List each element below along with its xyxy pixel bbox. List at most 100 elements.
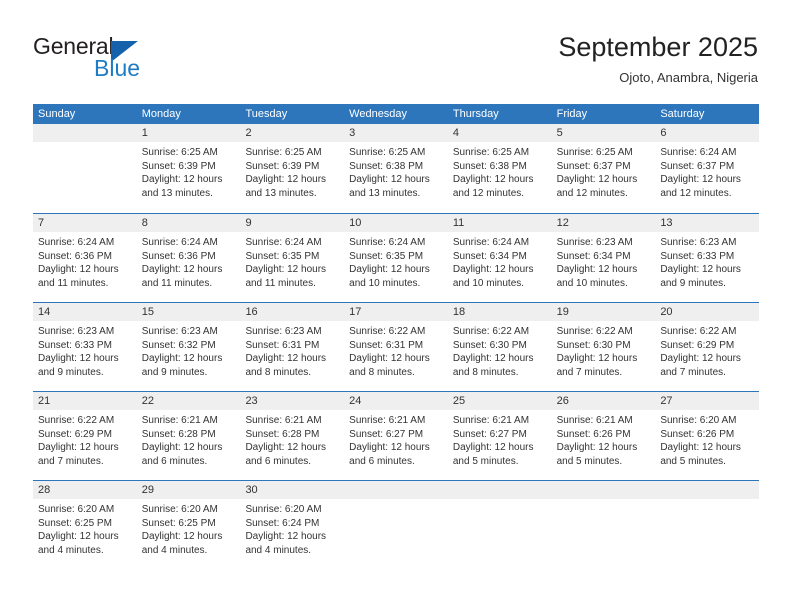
- calendar-day-cell[interactable]: 29 Sunrise: 6:20 AM Sunset: 6:25 PM Dayligh…: [136, 481, 241, 569]
- day-detail-line: and 7 minutes.: [38, 455, 104, 467]
- day-details: Sunrise: 6:21 AM Sunset: 6:27 PM Daylight:…: [448, 410, 552, 468]
- calendar-day-cell-empty: [551, 481, 656, 569]
- day-detail-line: and 10 minutes.: [556, 277, 628, 289]
- day-details: Sunrise: 6:22 AM Sunset: 6:31 PM Daylight:…: [344, 321, 448, 379]
- calendar-day-cell[interactable]: 26 Sunrise: 6:21 AM Sunset: 6:26 PM Dayligh…: [551, 392, 656, 480]
- calendar-day-cell[interactable]: 24 Sunrise: 6:21 AM Sunset: 6:27 PM Dayligh…: [344, 392, 448, 480]
- day-detail-line: Daylight: 12 hours: [452, 174, 534, 185]
- day-details: Sunrise: 6:24 AM Sunset: 6:36 PM Daylight:…: [137, 232, 241, 290]
- calendar-day-cell[interactable]: 6 Sunrise: 6:24 AM Sunset: 6:37 PM Daylight…: [655, 124, 760, 213]
- day-number-band: 4: [447, 124, 552, 142]
- calendar-day-cell[interactable]: 27 Sunrise: 6:20 AM Sunset: 6:26 PM Dayligh…: [655, 392, 760, 480]
- day-detail-line: Sunrise: 6:22 AM: [452, 326, 530, 337]
- day-number-band: [33, 124, 137, 142]
- day-detail-line: Sunrise: 6:24 AM: [349, 237, 426, 248]
- calendar-day-cell[interactable]: 16 Sunrise: 6:23 AM Sunset: 6:31 PM Dayligh…: [240, 303, 345, 391]
- day-number-band: 12: [551, 214, 656, 232]
- day-detail-line: Daylight: 12 hours: [349, 442, 430, 453]
- day-details: Sunrise: 6:21 AM Sunset: 6:27 PM Daylight:…: [344, 410, 448, 468]
- weekday-header-row: Sunday Monday Tuesday Wednesday Thursday Frid…: [33, 104, 759, 124]
- day-detail-line: and 9 minutes.: [141, 366, 208, 378]
- title-block: September 2025 Ojoto, Anambra, Nigeria: [558, 30, 758, 86]
- day-number-band: 3: [344, 124, 448, 142]
- calendar-day-cell[interactable]: 20 Sunrise: 6:22 AM Sunset: 6:29 PM Dayligh…: [655, 303, 760, 391]
- day-detail-line: Sunset: 6:28 PM: [245, 428, 320, 440]
- day-detail-line: and 7 minutes.: [660, 366, 726, 378]
- day-number: 27: [660, 395, 673, 407]
- calendar-day-cell[interactable]: 28 Sunrise: 6:20 AM Sunset: 6:25 PM Dayligh…: [33, 481, 137, 569]
- day-detail-line: Sunset: 6:29 PM: [660, 339, 735, 351]
- day-number: 30: [245, 484, 258, 496]
- day-details: Sunrise: 6:23 AM Sunset: 6:33 PM Daylight:…: [655, 232, 759, 290]
- day-number-band: 13: [655, 214, 760, 232]
- day-detail-line: and 5 minutes.: [556, 455, 623, 467]
- calendar-day-cell[interactable]: 1 Sunrise: 6:25 AM Sunset: 6:39 PM Daylight…: [136, 124, 241, 213]
- day-detail-line: and 11 minutes.: [245, 277, 316, 289]
- calendar-day-cell[interactable]: 18 Sunrise: 6:22 AM Sunset: 6:30 PM Dayligh…: [447, 303, 552, 391]
- day-number-band: 20: [655, 303, 760, 321]
- calendar-day-cell[interactable]: 3 Sunrise: 6:25 AM Sunset: 6:38 PM Daylight…: [344, 124, 448, 213]
- day-detail-line: Sunrise: 6:24 AM: [245, 237, 322, 248]
- calendar-day-cell[interactable]: 23 Sunrise: 6:21 AM Sunset: 6:28 PM Dayligh…: [240, 392, 345, 480]
- day-details: Sunrise: 6:21 AM Sunset: 6:26 PM Daylight:…: [552, 410, 656, 468]
- day-detail-line: Daylight: 12 hours: [349, 353, 430, 364]
- calendar-day-cell[interactable]: 22 Sunrise: 6:21 AM Sunset: 6:28 PM Dayligh…: [136, 392, 241, 480]
- calendar-day-cell[interactable]: 15 Sunrise: 6:23 AM Sunset: 6:32 PM Dayligh…: [136, 303, 241, 391]
- day-detail-line: Sunset: 6:30 PM: [452, 339, 527, 351]
- calendar-day-cell[interactable]: 17 Sunrise: 6:22 AM Sunset: 6:31 PM Dayligh…: [344, 303, 448, 391]
- day-detail-line: Sunrise: 6:23 AM: [141, 326, 218, 337]
- day-number: 11: [452, 217, 465, 229]
- day-detail-line: Daylight: 12 hours: [452, 353, 534, 364]
- calendar-day-cell[interactable]: 2 Sunrise: 6:25 AM Sunset: 6:39 PM Daylight…: [240, 124, 345, 213]
- calendar-day-cell[interactable]: 12 Sunrise: 6:23 AM Sunset: 6:34 PM Dayligh…: [551, 214, 656, 302]
- calendar-day-cell[interactable]: 7 Sunrise: 6:24 AM Sunset: 6:36 PM Daylight…: [33, 214, 137, 302]
- calendar-day-cell[interactable]: 10 Sunrise: 6:24 AM Sunset: 6:35 PM Dayligh…: [344, 214, 448, 302]
- day-detail-line: Sunset: 6:26 PM: [660, 428, 735, 440]
- calendar-week-row: 21 Sunrise: 6:22 AM Sunset: 6:29 PM Dayligh…: [33, 391, 760, 480]
- day-detail-line: Sunset: 6:39 PM: [245, 160, 320, 172]
- general-blue-logo[interactable]: General Blue: [33, 33, 213, 83]
- calendar-day-cell[interactable]: 21 Sunrise: 6:22 AM Sunset: 6:29 PM Dayligh…: [33, 392, 137, 480]
- day-number-band: 21: [33, 392, 137, 410]
- calendar-day-cell[interactable]: 4 Sunrise: 6:25 AM Sunset: 6:38 PM Daylight…: [447, 124, 552, 213]
- day-number-band: 18: [447, 303, 552, 321]
- calendar-day-cell[interactable]: 30 Sunrise: 6:20 AM Sunset: 6:24 PM Dayligh…: [240, 481, 345, 569]
- calendar-day-cell[interactable]: 13 Sunrise: 6:23 AM Sunset: 6:33 PM Dayligh…: [655, 214, 760, 302]
- day-number: 9: [245, 217, 252, 229]
- day-number-band: 2: [240, 124, 345, 142]
- page-header: General Blue September 2025 Ojoto, Anamb…: [0, 0, 792, 100]
- day-number-band: [551, 481, 656, 499]
- day-details: Sunrise: 6:23 AM Sunset: 6:33 PM Daylight:…: [33, 321, 137, 379]
- day-detail-line: Sunrise: 6:22 AM: [349, 326, 426, 337]
- page-subtitle: Ojoto, Anambra, Nigeria: [619, 70, 758, 85]
- day-number: 19: [556, 306, 569, 318]
- day-detail-line: and 9 minutes.: [660, 277, 726, 289]
- day-detail-line: Sunrise: 6:25 AM: [556, 147, 633, 158]
- day-detail-line: Sunset: 6:34 PM: [452, 250, 527, 262]
- day-number: 6: [660, 127, 667, 139]
- day-detail-line: Sunrise: 6:20 AM: [141, 504, 218, 515]
- day-detail-line: Daylight: 12 hours: [452, 442, 534, 453]
- day-number-band: 24: [344, 392, 448, 410]
- calendar-day-cell[interactable]: 5 Sunrise: 6:25 AM Sunset: 6:37 PM Daylight…: [551, 124, 656, 213]
- calendar-day-cell[interactable]: 11 Sunrise: 6:24 AM Sunset: 6:34 PM Dayligh…: [447, 214, 552, 302]
- day-detail-line: and 11 minutes.: [141, 277, 213, 289]
- calendar-day-cell[interactable]: 9 Sunrise: 6:24 AM Sunset: 6:35 PM Daylight…: [240, 214, 345, 302]
- day-detail-line: Daylight: 12 hours: [141, 353, 223, 364]
- day-details: Sunrise: 6:20 AM Sunset: 6:25 PM Daylight:…: [33, 499, 137, 557]
- day-number-band: [447, 481, 552, 499]
- calendar-day-cell[interactable]: 8 Sunrise: 6:24 AM Sunset: 6:36 PM Daylight…: [136, 214, 241, 302]
- day-detail-line: Sunrise: 6:23 AM: [245, 326, 322, 337]
- day-detail-line: Daylight: 12 hours: [38, 531, 119, 542]
- day-detail-line: and 8 minutes.: [452, 366, 519, 378]
- day-number-band: 5: [551, 124, 656, 142]
- day-detail-line: Daylight: 12 hours: [38, 442, 119, 453]
- weekday-header-tuesday: Tuesday: [245, 108, 288, 120]
- calendar-day-cell[interactable]: 14 Sunrise: 6:23 AM Sunset: 6:33 PM Dayligh…: [33, 303, 137, 391]
- calendar-day-cell[interactable]: 25 Sunrise: 6:21 AM Sunset: 6:27 PM Dayligh…: [447, 392, 552, 480]
- day-detail-line: Sunset: 6:32 PM: [141, 339, 216, 351]
- calendar-day-cell[interactable]: 19 Sunrise: 6:22 AM Sunset: 6:30 PM Dayligh…: [551, 303, 656, 391]
- day-detail-line: and 12 minutes.: [452, 187, 525, 199]
- day-number-band: 22: [136, 392, 241, 410]
- day-detail-line: Sunset: 6:38 PM: [452, 160, 527, 172]
